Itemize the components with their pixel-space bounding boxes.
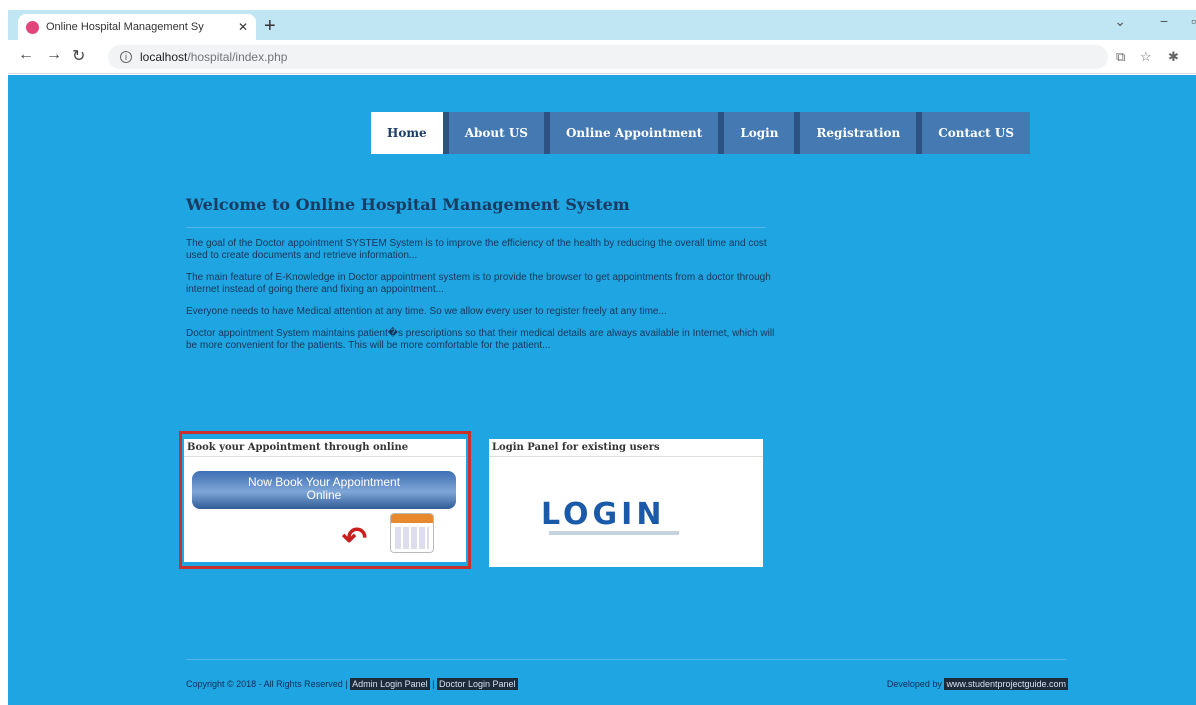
developer-site-link[interactable]: www.studentprojectguide.com [944, 678, 1068, 690]
nav-login[interactable]: Login [718, 112, 795, 154]
book-appointment-banner[interactable]: Now Book Your Appointment Online [192, 471, 456, 509]
back-icon[interactable]: ← [18, 46, 34, 64]
nav-about-us[interactable]: About US [442, 112, 544, 154]
url-path: /hospital/index.php [187, 50, 288, 64]
top-navigation: Home About US Online Appointment Login R… [371, 112, 1031, 154]
tab-search-icon[interactable]: ⌄ [1114, 13, 1126, 30]
page-body: Home About US Online Appointment Login R… [8, 75, 1196, 705]
browser-tab[interactable]: Online Hospital Management Sy ✕ [18, 14, 256, 40]
banner-line-2: Online [306, 488, 342, 502]
footer-developer: Developed by www.studentprojectguide.com [886, 678, 1068, 690]
book-appointment-heading: Book your Appointment through online [184, 439, 466, 457]
page-title: Welcome to Online Hospital Management Sy… [186, 195, 630, 214]
admin-login-link[interactable]: Admin Login Panel [350, 678, 430, 690]
intro-paragraph: Everyone needs to have Medical attention… [186, 306, 667, 317]
developed-by-text: Developed by [886, 679, 942, 689]
login-logo[interactable]: LOGIN [541, 497, 665, 532]
new-tab-icon[interactable]: + [264, 15, 276, 38]
nav-contact-us[interactable]: Contact US [916, 112, 1031, 154]
copyright-text: Copyright © 2018 - All Rights Reserved | [186, 679, 348, 689]
bookmark-star-icon[interactable]: ☆ [1140, 49, 1152, 65]
url-host: localhost [140, 50, 188, 64]
nav-online-appointment[interactable]: Online Appointment [543, 112, 719, 154]
login-panel-box[interactable]: Login Panel for existing users LOGIN [489, 439, 763, 567]
footer-separator: | [432, 679, 435, 689]
favicon-icon [26, 20, 39, 34]
tab-title: Online Hospital Management Sy [46, 21, 204, 33]
share-icon[interactable]: ⧉ [1116, 49, 1125, 65]
nav-registration[interactable]: Registration [794, 112, 917, 154]
doctor-login-link[interactable]: Doctor Login Panel [437, 678, 518, 690]
footer-divider [186, 659, 1066, 660]
login-panel-heading: Login Panel for existing users [489, 439, 763, 457]
extensions-icon[interactable]: ✱ [1168, 49, 1179, 65]
address-bar[interactable]: i localhost/hospital/index.php [108, 45, 1108, 69]
close-tab-icon[interactable]: ✕ [238, 20, 248, 34]
title-divider [186, 227, 766, 228]
nav-home[interactable]: Home [371, 112, 443, 154]
minimize-icon[interactable]: − [1160, 13, 1168, 29]
login-logo-underline [549, 531, 679, 535]
site-info-icon[interactable]: i [120, 51, 132, 63]
close-window-icon[interactable]: ▫ [1191, 13, 1196, 29]
browser-toolbar: ← → ↻ i localhost/hospital/index.php ⧉ ☆… [8, 40, 1196, 74]
reload-icon[interactable]: ↻ [72, 46, 85, 66]
calendar-icon [390, 513, 434, 553]
browser-tab-strip: Online Hospital Management Sy ✕ + ⌄ − ▫ [8, 10, 1196, 40]
intro-paragraph: The main feature of E-Knowledge in Docto… [186, 272, 771, 295]
footer-copyright: Copyright © 2018 - All Rights Reserved |… [186, 678, 518, 690]
intro-paragraph: The goal of the Doctor appointment SYSTE… [186, 238, 767, 261]
curved-arrow-icon: ↶ [342, 522, 368, 555]
intro-paragraph: Doctor appointment System maintains pati… [186, 328, 775, 351]
book-appointment-box[interactable]: Book your Appointment through online Now… [184, 439, 466, 562]
intro-content: The goal of the Doctor appointment SYSTE… [186, 238, 776, 362]
forward-icon[interactable]: → [46, 46, 62, 64]
